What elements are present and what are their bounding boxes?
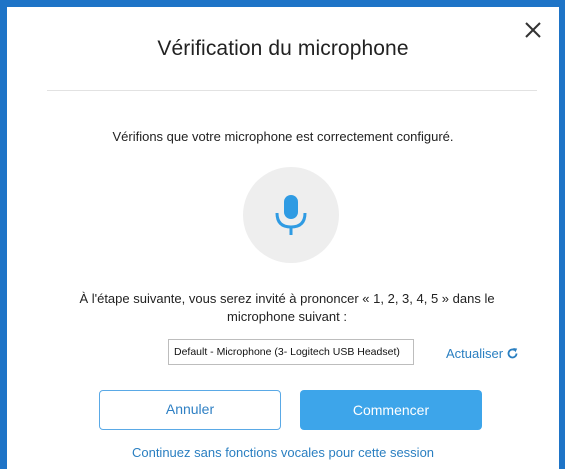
intro-text: Vérifions que votre microphone est corre… bbox=[112, 129, 454, 144]
dialog-title: Vérification du microphone bbox=[157, 37, 409, 60]
microphone-icon bbox=[275, 195, 307, 235]
title-divider bbox=[47, 90, 537, 91]
start-button[interactable]: Commencer bbox=[300, 390, 482, 430]
microphone-select[interactable]: Default - Microphone (3- Logitech USB He… bbox=[168, 339, 414, 365]
mic-check-dialog: Vérification du microphone Vérifions que… bbox=[7, 7, 559, 469]
refresh-label: Actualiser bbox=[446, 346, 504, 361]
microphone-indicator bbox=[243, 167, 339, 263]
cancel-button[interactable]: Annuler bbox=[99, 390, 281, 430]
instruction-line-2: microphone suivant : bbox=[227, 309, 347, 324]
continue-without-voice-link[interactable]: Continuez sans fonctions vocales pour ce… bbox=[7, 445, 559, 460]
instruction-line-1: À l'étape suivante, vous serez invité à … bbox=[79, 291, 495, 306]
instruction-text: À l'étape suivante, vous serez invité à … bbox=[47, 290, 527, 326]
refresh-link[interactable]: Actualiser bbox=[446, 346, 519, 361]
refresh-icon bbox=[507, 348, 518, 359]
